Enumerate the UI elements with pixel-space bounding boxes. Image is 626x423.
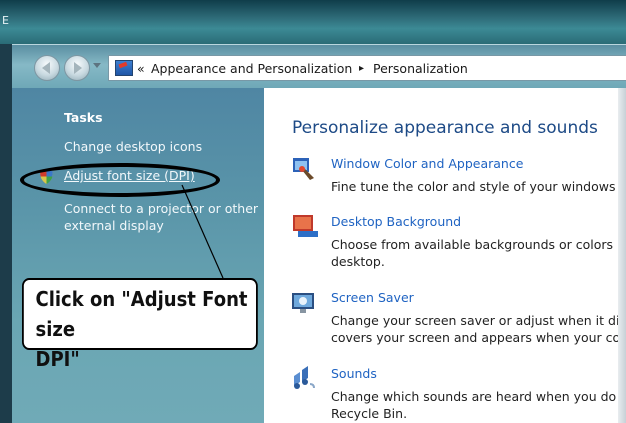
control-panel-window: E « Appearance and Personalization ▸ Per… [0, 0, 626, 423]
highlight-ellipse [20, 163, 220, 197]
callout-line-1: Click on "Adjust Font size [35, 287, 248, 341]
callout-line-2: DPI" [35, 347, 80, 371]
instruction-callout: Click on "Adjust Font size DPI" [22, 278, 258, 371]
